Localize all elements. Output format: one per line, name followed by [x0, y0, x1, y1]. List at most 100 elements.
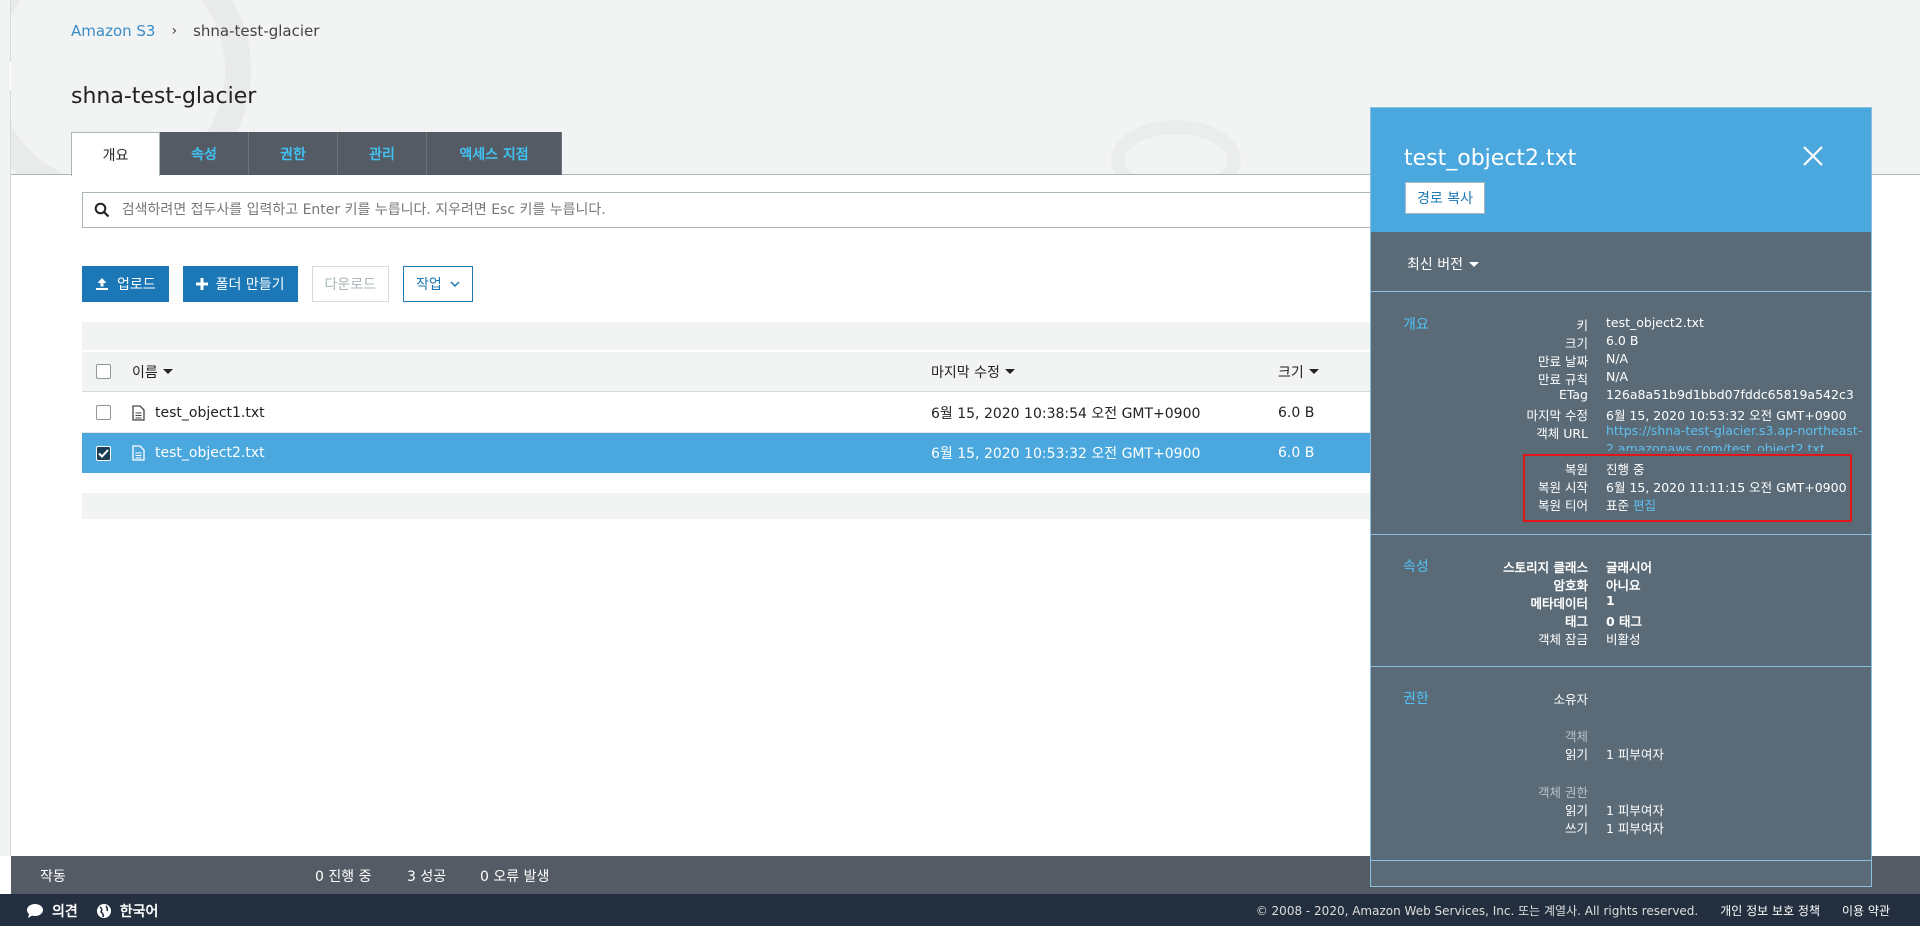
breadcrumb-current: shna-test-glacier: [193, 22, 320, 40]
row-size: 6.0 B: [1278, 404, 1315, 421]
language-selector[interactable]: 한국어: [96, 901, 158, 921]
file-icon: [132, 404, 145, 421]
globe-icon: [96, 904, 111, 918]
upload-icon: [96, 278, 108, 290]
tags-label: 태그: [1564, 614, 1588, 629]
version-dropdown[interactable]: 최신 버전: [1407, 254, 1479, 274]
expiry-date-label: 만료 날짜: [1538, 354, 1588, 369]
download-button[interactable]: 다운로드: [311, 266, 390, 302]
object-url-link[interactable]: https://shna-test-glacier.s3.ap-northeas…: [1606, 423, 1862, 438]
tab-access-points[interactable]: 액세스 지점: [427, 132, 562, 175]
breadcrumb-s3-link[interactable]: Amazon S3: [71, 22, 155, 40]
tab-permissions[interactable]: 권한: [249, 132, 338, 175]
last-modified-label: 마지막 수정: [1526, 408, 1588, 423]
object-acl-heading: 객체 권한: [1538, 785, 1588, 800]
actions-dropdown[interactable]: 작업: [403, 266, 473, 302]
sort-caret-icon: [1004, 369, 1015, 374]
speech-bubble-icon: [27, 904, 43, 918]
copy-path-button[interactable]: 경로 복사: [1405, 182, 1485, 214]
object-details-panel: test_object2.txt 경로 복사 최신 버전 개요 키 test_ob…: [1370, 107, 1872, 887]
restore-highlight-box: [1523, 454, 1852, 522]
version-label: 최신 버전: [1407, 257, 1463, 273]
row-name-link[interactable]: test_object2.txt: [155, 445, 265, 461]
etag-value: 126a8a51b9d1bbd07fddc65819a542c3: [1606, 387, 1854, 402]
row-modified: 6월 15, 2020 10:38:54 오전 GMT+0900: [931, 405, 1201, 422]
row-checkbox[interactable]: [96, 405, 111, 420]
owner-label: 소유자: [1553, 692, 1588, 707]
tab-management[interactable]: 관리: [338, 132, 427, 175]
select-all-checkbox[interactable]: [96, 364, 111, 379]
table-row[interactable]: test_object1.txt 6월 15, 2020 10:38:54 오전…: [82, 393, 1372, 433]
row-modified: 6월 15, 2020 10:53:32 오전 GMT+0900: [931, 446, 1201, 462]
action-toolbar: 업로드 폴더 만들기 다운로드 작업: [82, 266, 473, 302]
last-modified-value: 6월 15, 2020 10:53:32 오전 GMT+0900: [1606, 408, 1847, 423]
row-checkbox[interactable]: [96, 445, 111, 461]
sort-caret-icon: [162, 369, 173, 374]
object-heading: 객체: [1564, 729, 1588, 744]
expiry-date-value: N/A: [1606, 351, 1629, 366]
table-footer-strip: [82, 493, 1372, 519]
upload-label: 업로드: [117, 277, 156, 293]
upload-button[interactable]: 업로드: [82, 266, 169, 302]
expiry-rule-label: 만료 규칙: [1538, 372, 1588, 387]
key-label: 키: [1576, 318, 1588, 333]
size-value: 6.0 B: [1606, 333, 1639, 348]
etag-label: ETag: [1558, 387, 1588, 402]
panel-title: test_object2.txt: [1404, 146, 1577, 171]
key-value: test_object2.txt: [1606, 315, 1704, 330]
panel-divider: [1371, 666, 1871, 667]
search-input[interactable]: [121, 202, 1371, 218]
acl-write-label: 쓰기: [1564, 821, 1588, 836]
column-header-modified[interactable]: 마지막 수정: [931, 352, 1015, 391]
object-url-label: 객체 URL: [1536, 426, 1588, 441]
left-gutter: [0, 0, 11, 856]
actions-label: 작업: [416, 277, 442, 293]
encryption-value: 아니요: [1606, 578, 1641, 593]
storage-class-value: 글래시어: [1606, 560, 1653, 575]
row-name-link[interactable]: test_object1.txt: [155, 405, 265, 421]
decorative-arc: [1111, 120, 1241, 174]
chevron-down-icon: [450, 281, 460, 288]
object-url-link-continued[interactable]: 2.amazonaws.com/test_object2.txt: [1606, 441, 1825, 451]
search-icon: [83, 202, 122, 218]
create-folder-button[interactable]: 폴더 만들기: [182, 266, 298, 302]
metadata-label: 메타데이터: [1530, 596, 1588, 611]
table-row[interactable]: test_object2.txt 6월 15, 2020 10:53:32 오전…: [82, 433, 1372, 473]
privacy-link[interactable]: 개인 정보 보호 정책: [1720, 902, 1820, 919]
breadcrumb: Amazon S3 › shna-test-glacier: [71, 22, 319, 40]
status-errors: 0 오류 발생: [480, 869, 550, 885]
row-size: 6.0 B: [1278, 445, 1315, 461]
feedback-button[interactable]: 의견: [26, 901, 78, 921]
caret-down-icon: [1468, 261, 1479, 267]
object-read-label: 읽기: [1564, 747, 1588, 762]
tab-bar: 개요 속성 권한 관리 액세스 지점: [71, 132, 562, 176]
metadata-value: 1: [1606, 593, 1615, 608]
console-footer: 의견 한국어 © 2008 - 2020, Amazon Web Service…: [0, 894, 1920, 926]
close-icon[interactable]: [1801, 144, 1825, 168]
page-title: shna-test-glacier: [71, 84, 257, 109]
tab-overview[interactable]: 개요: [71, 132, 160, 176]
encryption-label: 암호화: [1553, 578, 1588, 593]
size-label: 크기: [1564, 336, 1588, 351]
status-label: 작동: [40, 869, 66, 885]
terms-link[interactable]: 이용 약관: [1842, 902, 1890, 919]
create-folder-label: 폴더 만들기: [215, 277, 285, 293]
plus-icon: [195, 278, 208, 290]
breadcrumb-separator: ›: [171, 23, 178, 39]
tags-value: 0 태그: [1606, 614, 1643, 629]
download-label: 다운로드: [324, 277, 377, 293]
panel-divider: [1371, 291, 1871, 292]
expiry-rule-value: N/A: [1606, 369, 1629, 384]
table-toolbar-strip: [82, 322, 1372, 350]
table-header: 이름 마지막 수정 크기: [82, 352, 1372, 392]
acl-read-value: 1 피부여자: [1606, 803, 1664, 818]
column-header-name[interactable]: 이름: [132, 352, 173, 391]
file-icon: [132, 445, 145, 461]
panel-divider: [1371, 860, 1871, 861]
object-lock-value: 비활성: [1606, 632, 1641, 647]
tab-properties[interactable]: 속성: [160, 132, 249, 175]
panel-divider: [1371, 534, 1871, 535]
column-header-size[interactable]: 크기: [1278, 352, 1319, 391]
storage-class-label: 스토리지 클래스: [1503, 560, 1588, 575]
object-read-value: 1 피부여자: [1606, 747, 1664, 762]
